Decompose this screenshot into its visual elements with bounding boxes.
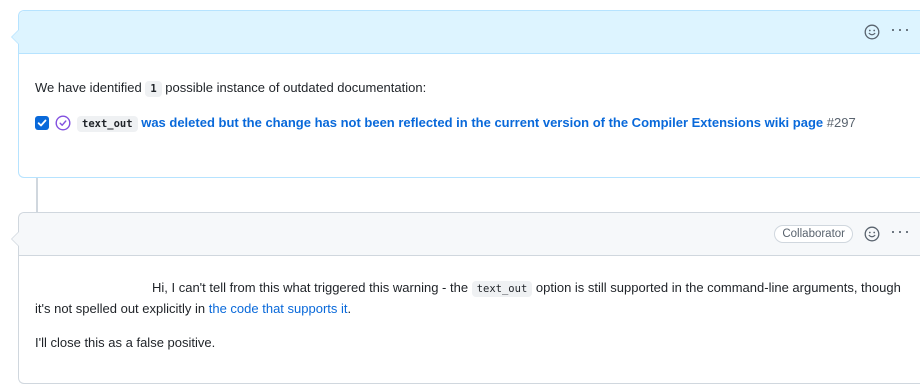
code-link[interactable]: the code that supports it [209,301,348,316]
issue-number[interactable]: #297 [827,115,856,130]
comment-header: Collaborator ··· [19,213,920,256]
kebab-icon[interactable]: ··· [890,20,911,44]
inline-code: text_out [471,281,533,297]
collaborator-comment: Collaborator ··· Hi, I can't tell from t… [11,212,920,384]
bot-comment: ··· We have identified 1 possible instan… [11,10,920,178]
task-link[interactable]: text_out was deleted but the change has … [77,113,856,134]
role-badge: Collaborator [774,225,854,243]
checkbox-icon[interactable] [35,116,49,130]
comment-body: We have identified 1 possible instance o… [19,54,920,134]
task-code: text_out [77,116,138,132]
smiley-icon[interactable] [863,226,880,243]
timeline-connector [36,178,38,214]
kebab-icon[interactable]: ··· [890,222,911,246]
comment-caret [11,29,19,45]
count-code: 1 [145,81,162,97]
paragraph-1: Hi, I can't tell from this what triggere… [35,280,901,316]
task-list-item: text_out was deleted but the change has … [35,113,905,134]
comment-header: ··· [19,11,920,54]
intro-text: We have identified 1 possible instance o… [35,80,427,97]
smiley-icon[interactable] [863,24,880,41]
paragraph-2: I'll close this as a false positive. [35,335,216,350]
comment-caret [11,231,19,247]
issue-closed-icon [55,115,71,131]
comment-body: Hi, I can't tell from this what triggere… [19,256,920,353]
